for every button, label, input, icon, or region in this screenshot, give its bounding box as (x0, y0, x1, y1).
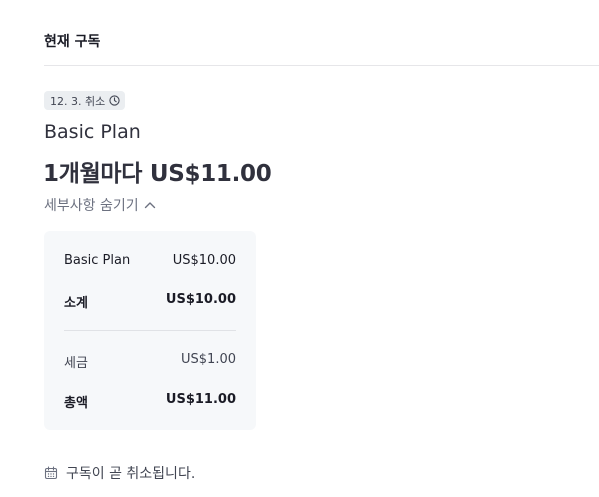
clock-icon (109, 95, 120, 106)
cancel-date-badge: 12. 3. 취소 (44, 91, 126, 110)
section-divider (44, 65, 599, 66)
calendar-icon (44, 466, 58, 480)
chevron-up-icon (144, 197, 156, 213)
summary-row-label: 총액 (64, 396, 88, 411)
plan-name: Basic Plan (44, 121, 141, 143)
summary-row-total: 총액 US$11.00 (64, 392, 236, 411)
summary-row-value: US$11.00 (165, 392, 236, 407)
summary-row-plan: Basic Plan US$10.00 (64, 253, 236, 268)
cancellation-notice: 구독이 곧 취소됩니다. (44, 463, 195, 483)
summary-row-tax: 세금 US$1.00 (64, 352, 236, 371)
summary-row-value: US$10.00 (172, 253, 236, 268)
summary-row-subtotal: 소계 US$10.00 (64, 292, 236, 311)
section-title: 현재 구독 (44, 34, 101, 50)
summary-row-label: 소계 (64, 296, 88, 311)
summary-row-value: US$10.00 (165, 292, 236, 307)
cancellation-notice-text: 구독이 곧 취소됩니다. (66, 466, 196, 482)
badge-label: 12. 3. 취소 (50, 94, 106, 108)
summary-row-label: 세금 (64, 356, 88, 371)
price-summary-card: Basic Plan US$10.00 소계 US$10.00 세금 US$1.… (44, 231, 256, 430)
subscription-page: 현재 구독 12. 3. 취소 Basic Plan 1개월마다 US$11.0… (0, 0, 599, 497)
plan-price: 1개월마다 US$11.00 (43, 161, 272, 187)
summary-row-label: Basic Plan (64, 253, 131, 268)
hide-details-button[interactable]: 세부사항 숨기기 (44, 195, 156, 215)
summary-row-value: US$1.00 (181, 352, 236, 367)
summary-divider (64, 330, 236, 331)
hide-details-label: 세부사항 숨기기 (44, 198, 139, 214)
